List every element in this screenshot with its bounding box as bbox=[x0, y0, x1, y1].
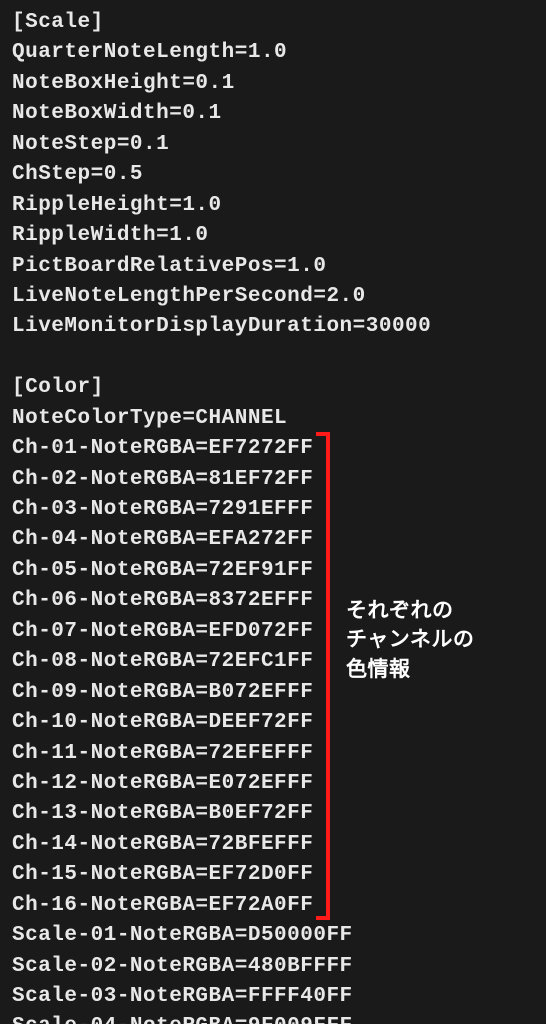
cfg-Scale-04-NoteRGBA: Scale-04-NoteRGBA=9F009FFF bbox=[12, 1012, 534, 1024]
annot-line-1: それぞれの bbox=[346, 596, 474, 625]
cfg-Ch-10-NoteRGBA: Ch-10-NoteRGBA=DEEF72FF bbox=[12, 708, 534, 738]
cfg-Ch-03-NoteRGBA: Ch-03-NoteRGBA=7291EFFF bbox=[12, 495, 534, 525]
cfg-LiveNoteLengthPerSecond: LiveNoteLengthPerSecond=2.0 bbox=[12, 282, 534, 312]
cfg-LiveMonitorDisplayDuration: LiveMonitorDisplayDuration=30000 bbox=[12, 312, 534, 342]
cfg-Ch-14-NoteRGBA: Ch-14-NoteRGBA=72BFEFFF bbox=[12, 830, 534, 860]
cfg-Ch-01-NoteRGBA: Ch-01-NoteRGBA=EF7272FF bbox=[12, 434, 534, 464]
cfg-Scale-02-NoteRGBA: Scale-02-NoteRGBA=480BFFFF bbox=[12, 952, 534, 982]
cfg-Scale-03-NoteRGBA: Scale-03-NoteRGBA=FFFF40FF bbox=[12, 982, 534, 1012]
cfg-QuarterNoteLength: QuarterNoteLength=1.0 bbox=[12, 38, 534, 68]
cfg-NoteBoxWidth: NoteBoxWidth=0.1 bbox=[12, 99, 534, 129]
annot-line-2: チャンネルの bbox=[346, 625, 474, 654]
cfg-NoteBoxHeight: NoteBoxHeight=0.1 bbox=[12, 69, 534, 99]
cfg-Ch-02-NoteRGBA: Ch-02-NoteRGBA=81EF72FF bbox=[12, 465, 534, 495]
cfg-Ch-11-NoteRGBA: Ch-11-NoteRGBA=72EFEFFF bbox=[12, 739, 534, 769]
cfg-Ch-12-NoteRGBA: Ch-12-NoteRGBA=E072EFFF bbox=[12, 769, 534, 799]
cfg-Ch-16-NoteRGBA: Ch-16-NoteRGBA=EF72A0FF bbox=[12, 891, 534, 921]
cfg-Ch-15-NoteRGBA: Ch-15-NoteRGBA=EF72D0FF bbox=[12, 860, 534, 890]
config-text-view: [Scale] QuarterNoteLength=1.0 NoteBoxHei… bbox=[0, 0, 546, 1024]
cfg-PictBoardRelativePos: PictBoardRelativePos=1.0 bbox=[12, 252, 534, 282]
cfg-NoteColorType: NoteColorType=CHANNEL bbox=[12, 404, 534, 434]
cfg-ChStep: ChStep=0.5 bbox=[12, 160, 534, 190]
cfg-Ch-05-NoteRGBA: Ch-05-NoteRGBA=72EF91FF bbox=[12, 556, 534, 586]
section-scale-header: [Scale] bbox=[12, 8, 534, 38]
cfg-Ch-13-NoteRGBA: Ch-13-NoteRGBA=B0EF72FF bbox=[12, 799, 534, 829]
cfg-RippleHeight: RippleHeight=1.0 bbox=[12, 191, 534, 221]
cfg-NoteStep: NoteStep=0.1 bbox=[12, 130, 534, 160]
cfg-Ch-04-NoteRGBA: Ch-04-NoteRGBA=EFA272FF bbox=[12, 525, 534, 555]
blank-line bbox=[12, 343, 534, 373]
section-color-header: [Color] bbox=[12, 373, 534, 403]
channel-bracket bbox=[316, 432, 330, 920]
channel-annotation: それぞれの チャンネルの 色情報 bbox=[346, 596, 474, 684]
annot-line-3: 色情報 bbox=[346, 655, 474, 684]
cfg-Scale-01-NoteRGBA: Scale-01-NoteRGBA=D50000FF bbox=[12, 921, 534, 951]
cfg-RippleWidth: RippleWidth=1.0 bbox=[12, 221, 534, 251]
